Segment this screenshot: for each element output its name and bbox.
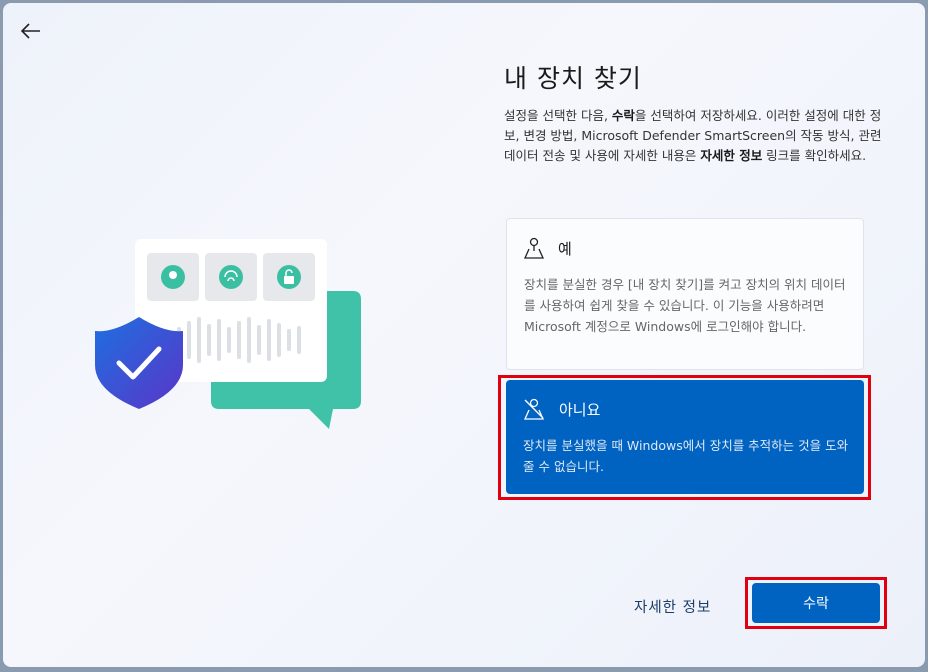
option-yes[interactable]: 예 장치를 분실한 경우 [내 장치 찾기]를 켜고 장치의 위치 데이터를 사… (506, 218, 864, 370)
option-yes-label: 예 (558, 239, 572, 258)
back-button[interactable] (15, 15, 47, 47)
option-no[interactable]: 아니요 장치를 분실했을 때 Windows에서 장치를 추적하는 것을 도와줄… (506, 380, 864, 494)
page-title: 내 장치 찾기 (504, 64, 642, 93)
location-on-icon (524, 237, 544, 259)
option-no-label: 아니요 (559, 400, 601, 419)
learn-more-link[interactable]: 자세한 정보 (634, 596, 711, 617)
location-off-icon (523, 398, 545, 420)
accept-button[interactable]: 수락 (752, 583, 880, 623)
option-yes-description: 장치를 분실한 경우 [내 장치 찾기]를 켜고 장치의 위치 데이터를 사용하… (524, 277, 846, 334)
back-arrow-icon (21, 23, 40, 39)
page-description: 설정을 선택한 다음, 수락을 선택하여 저장하세요. 이러한 설정에 대한 정… (504, 108, 882, 163)
privacy-illustration (83, 233, 373, 437)
setup-window: 내 장치 찾기 설정을 선택한 다음, 수락을 선택하여 저장하세요. 이러한 … (3, 3, 925, 667)
option-no-description: 장치를 분실했을 때 Windows에서 장치를 추적하는 것을 도와줄 수 없… (523, 438, 849, 474)
